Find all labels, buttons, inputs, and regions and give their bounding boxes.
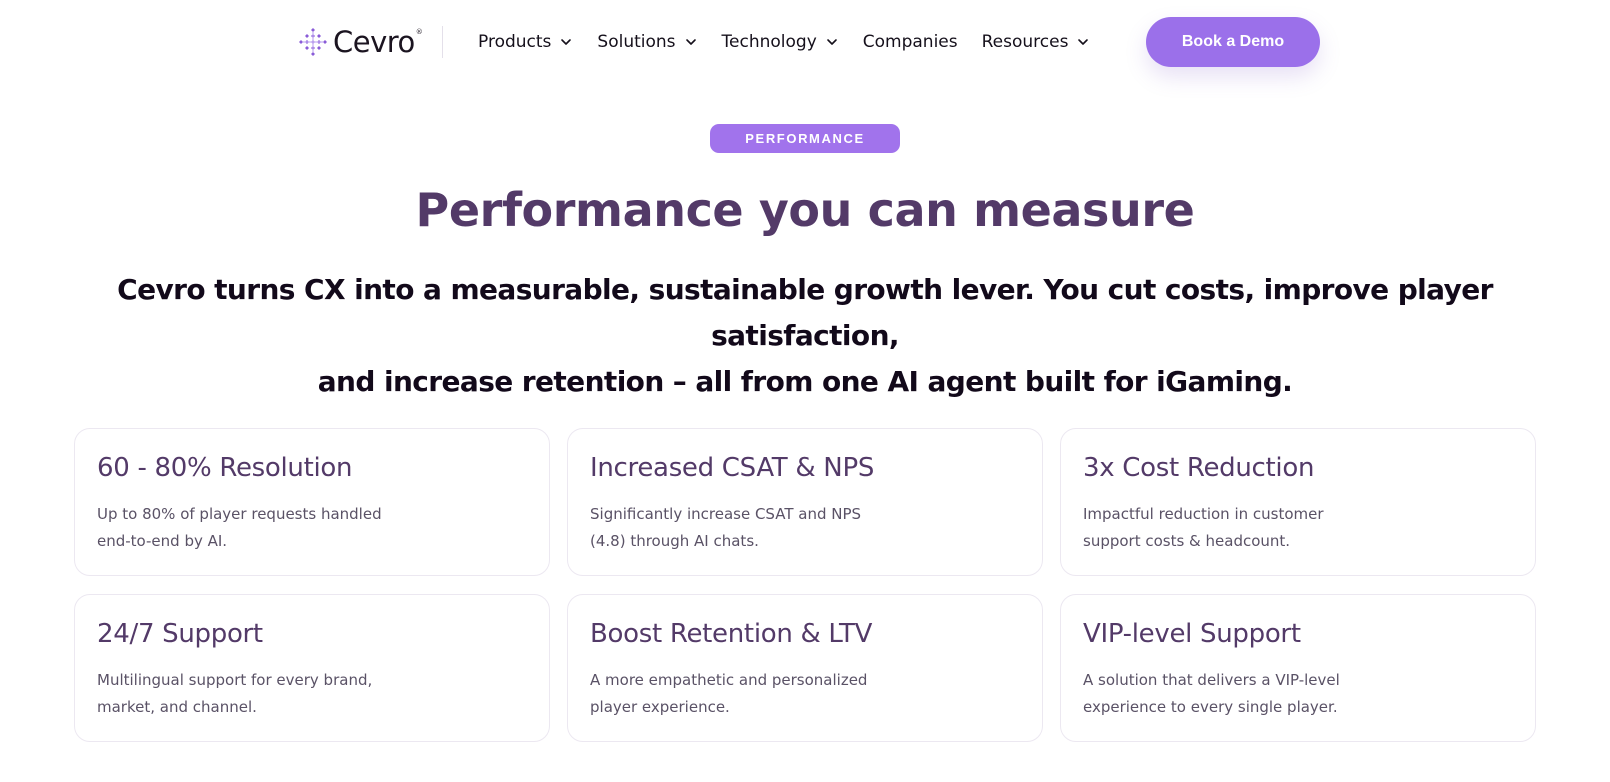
feature-card-vip-support: VIP-level Support A solution that delive… bbox=[1060, 594, 1536, 742]
card-description: A more empathetic and personalized player… bbox=[590, 671, 868, 716]
chevron-down-icon bbox=[826, 39, 837, 45]
nav-item-label: Companies bbox=[862, 32, 958, 52]
card-title: Increased CSAT & NPS bbox=[590, 453, 875, 483]
brand-name: Cevro® bbox=[333, 25, 423, 59]
feature-card-support-247: 24/7 Support Multilingual support for ev… bbox=[74, 594, 550, 742]
page-title: Performance you can measure bbox=[415, 183, 1195, 237]
card-title: Boost Retention & LTV bbox=[590, 619, 873, 649]
nav-item-label: Products bbox=[478, 32, 552, 52]
chevron-down-icon bbox=[561, 39, 572, 45]
card-title: 3x Cost Reduction bbox=[1083, 453, 1315, 483]
brand-logo[interactable]: Cevro® bbox=[297, 24, 423, 60]
nav-item-solutions[interactable]: Solutions bbox=[597, 32, 697, 52]
subtitle-line: Cevro turns CX into a measurable, sustai… bbox=[117, 273, 1493, 352]
chevron-down-icon bbox=[685, 39, 696, 45]
nav-item-resources[interactable]: Resources bbox=[982, 32, 1091, 52]
feature-card-csat-nps: Increased CSAT & NPS Significantly incre… bbox=[567, 428, 1043, 576]
nav-item-label: Technology bbox=[721, 32, 817, 52]
main-menu: Products Solutions Technology Companies … bbox=[478, 28, 1114, 56]
subtitle-line: and increase retention – all from one AI… bbox=[317, 365, 1293, 398]
nav-item-label: Resources bbox=[981, 32, 1069, 52]
cevro-logo-icon bbox=[299, 28, 327, 56]
card-description: Up to 80% of player requests handled end-… bbox=[97, 505, 382, 550]
chevron-down-icon bbox=[1078, 39, 1089, 45]
nav-item-label: Solutions bbox=[597, 32, 676, 52]
card-description: Significantly increase CSAT and NPS (4.8)… bbox=[590, 505, 862, 550]
card-description: Impactful reduction in customer support c… bbox=[1083, 505, 1324, 550]
page-subtitle: Cevro turns CX into a measurable, sustai… bbox=[60, 267, 1550, 405]
card-title: VIP-level Support bbox=[1083, 619, 1301, 649]
nav-item-technology[interactable]: Technology bbox=[722, 32, 839, 52]
nav-item-products[interactable]: Products bbox=[478, 32, 573, 52]
book-demo-button[interactable]: Book a Demo bbox=[1146, 17, 1320, 67]
card-description: Multilingual support for every brand, mar… bbox=[97, 671, 373, 716]
nav-divider bbox=[442, 26, 443, 58]
section-badge: PERFORMANCE bbox=[710, 124, 900, 153]
feature-card-retention-ltv: Boost Retention & LTV A more empathetic … bbox=[567, 594, 1043, 742]
feature-card-cost-reduction: 3x Cost Reduction Impactful reduction in… bbox=[1060, 428, 1536, 576]
card-title: 60 - 80% Resolution bbox=[97, 453, 353, 483]
card-description: A solution that delivers a VIP-level expe… bbox=[1083, 671, 1340, 716]
nav-item-companies[interactable]: Companies bbox=[863, 32, 958, 52]
top-navigation: Cevro® Products Solutions Technology Com… bbox=[0, 0, 1610, 84]
feature-card-resolution: 60 - 80% Resolution Up to 80% of player … bbox=[74, 428, 550, 576]
card-title: 24/7 Support bbox=[97, 619, 263, 649]
